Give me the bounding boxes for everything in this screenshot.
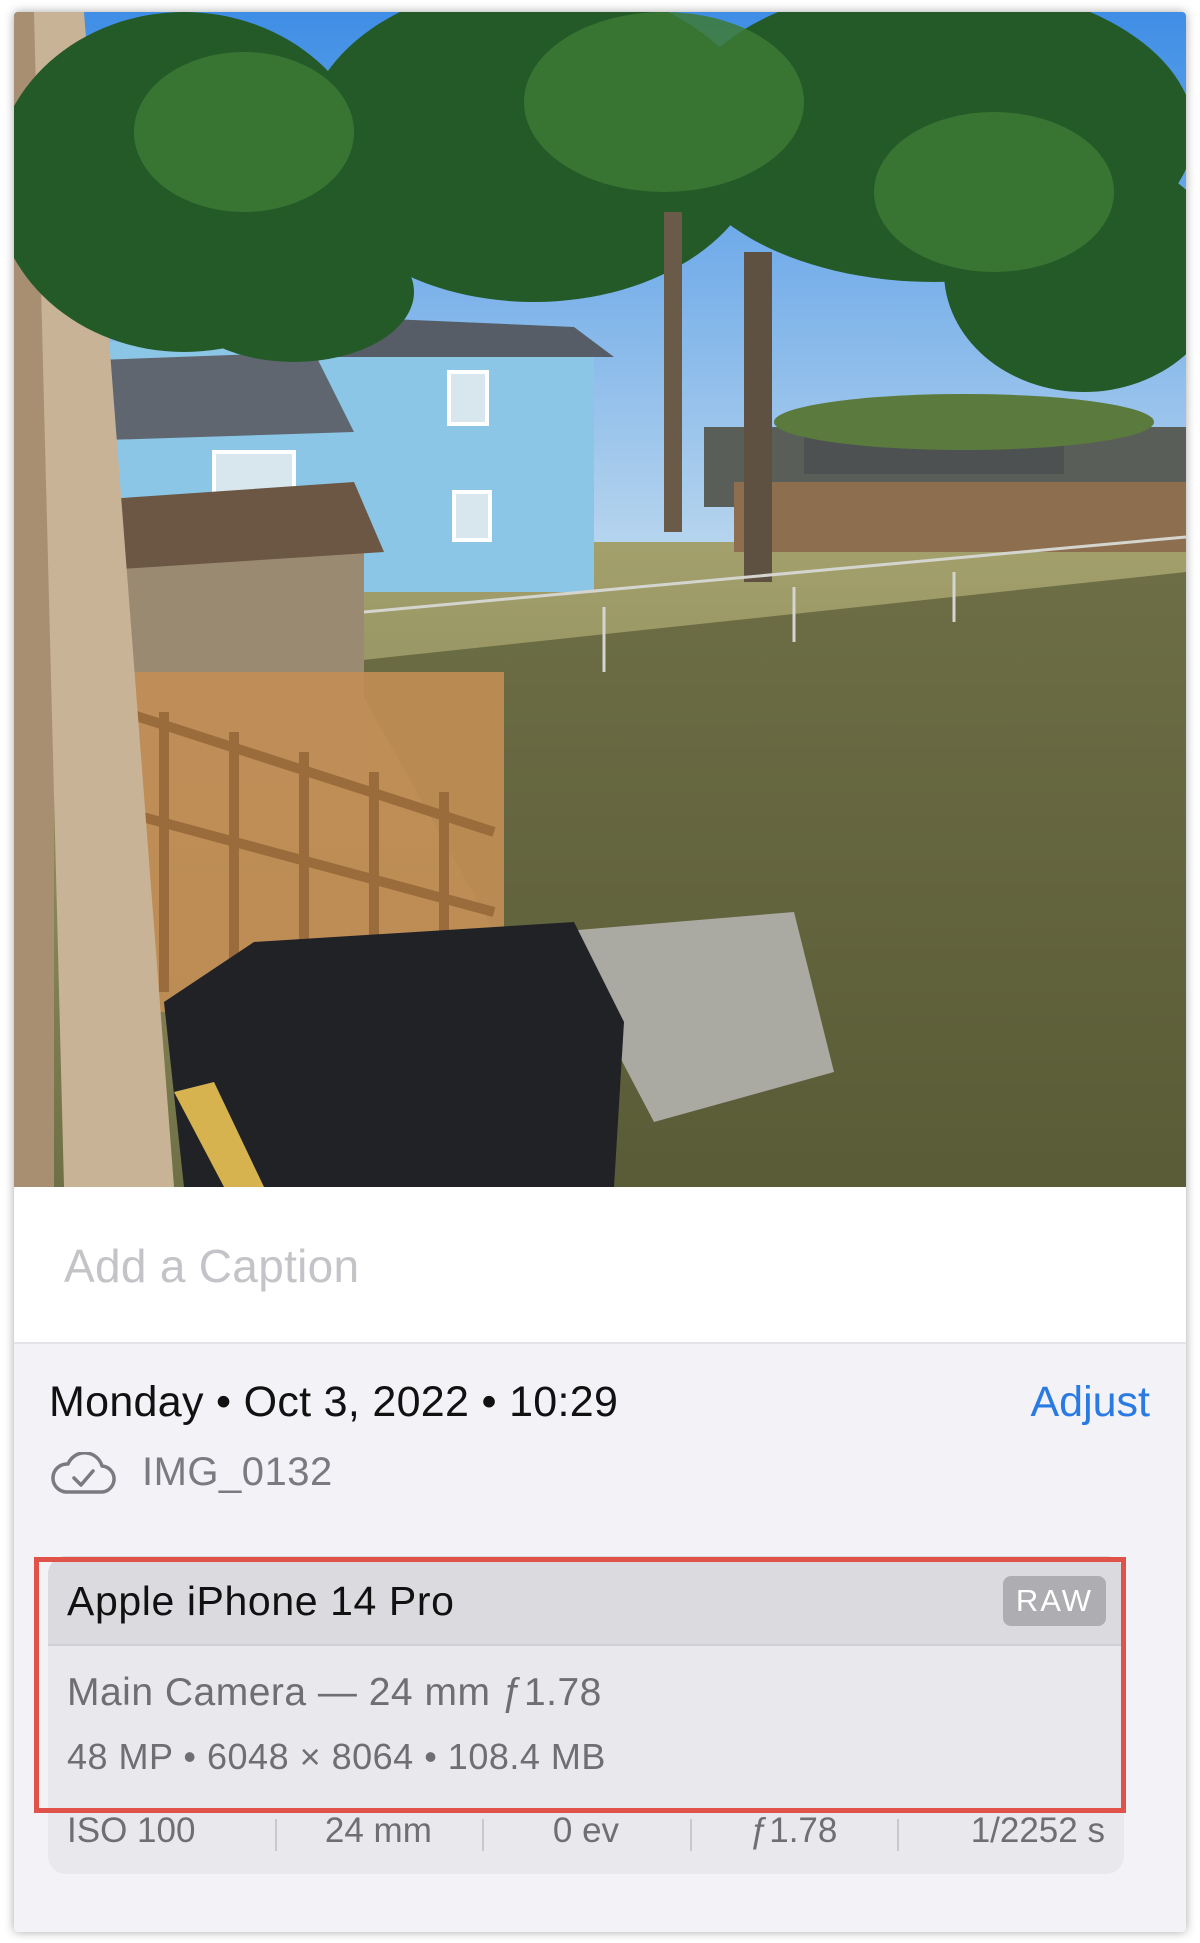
lens-info: Main Camera — 24 mm ƒ1.78: [67, 1671, 602, 1714]
photo-image[interactable]: [14, 12, 1186, 1187]
exif-exposure-bias: 0 ev: [482, 1811, 690, 1851]
exif-row: ISO 100 24 mm 0 ev ƒ1.78 1/2252 s: [48, 1788, 1124, 1874]
exif-aperture: ƒ1.78: [689, 1811, 898, 1851]
exif-iso: ISO 100: [67, 1811, 196, 1850]
caption-input[interactable]: Add a Caption: [64, 1239, 359, 1293]
device-name: Apple iPhone 14 Pro: [67, 1578, 455, 1624]
exif-shutter-speed: 1/2252 s: [897, 1811, 1124, 1851]
device-header: Apple iPhone 14 Pro RAW: [48, 1556, 1124, 1646]
photo-date-time: Monday • Oct 3, 2022 • 10:29: [49, 1378, 619, 1426]
caption-area[interactable]: Add a Caption: [14, 1187, 1186, 1344]
filename-label: IMG_0132: [142, 1450, 333, 1494]
image-specs: 48 MP • 6048 × 8064 • 108.4 MB: [67, 1736, 606, 1777]
exif-focal-length: 24 mm: [274, 1811, 483, 1851]
raw-badge: RAW: [1002, 1576, 1106, 1626]
icloud-check-icon: [51, 1452, 116, 1494]
adjust-button[interactable]: Adjust: [1030, 1378, 1150, 1427]
camera-info-panel: Apple iPhone 14 Pro RAW Main Camera — 24…: [48, 1556, 1124, 1874]
